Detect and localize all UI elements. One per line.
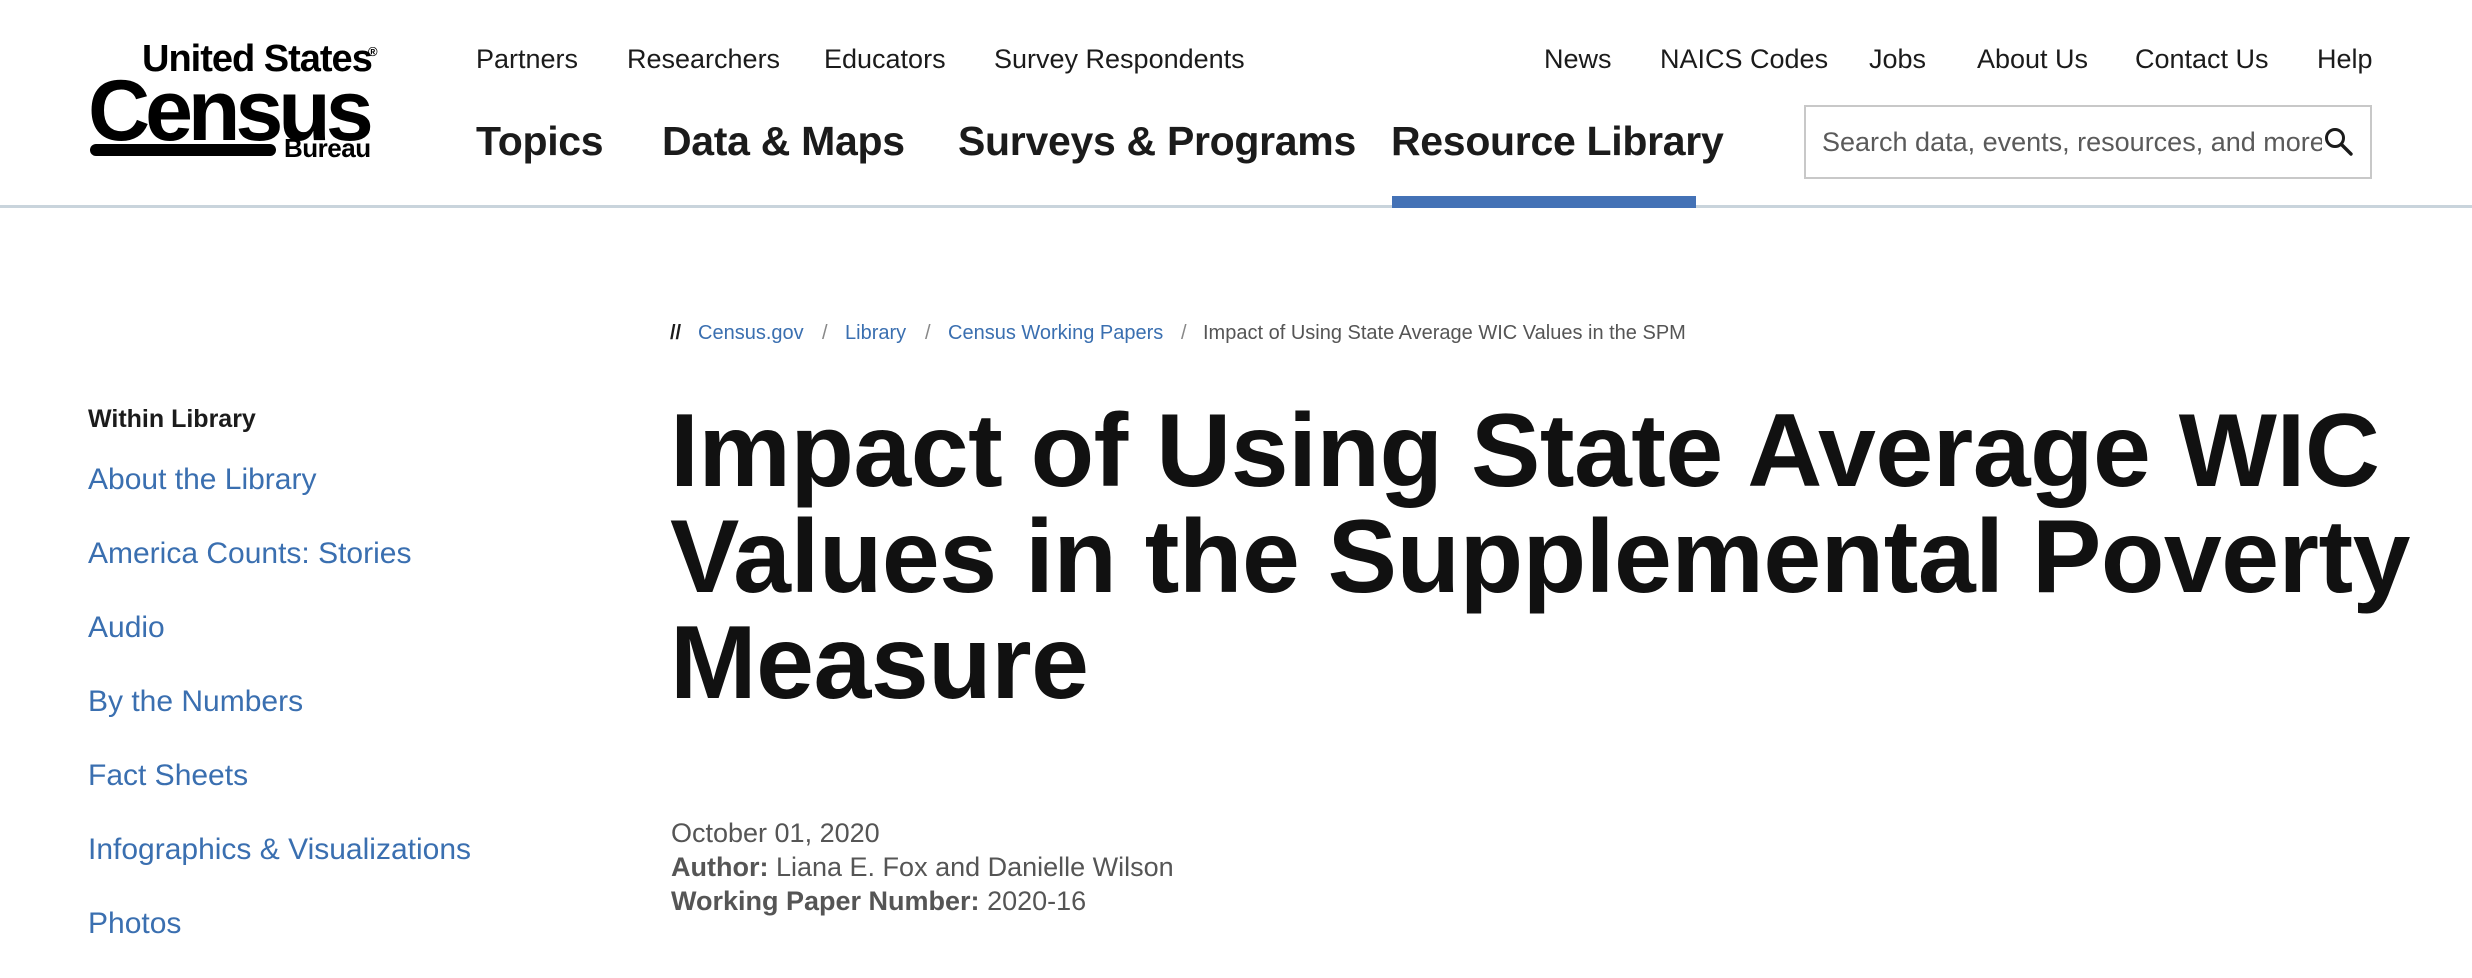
sidebar-item-audio[interactable]: Audio [88, 608, 165, 648]
util-link-partners[interactable]: Partners [476, 42, 578, 76]
working-paper-number-label: Working Paper Number: [671, 886, 980, 916]
sidebar-item-infographics-visualizations[interactable]: Infographics & Visualizations [88, 830, 471, 870]
breadcrumb-census-gov[interactable]: Census.gov [698, 318, 804, 348]
sidebar-item-america-counts-stories[interactable]: America Counts: Stories [88, 534, 411, 574]
breadcrumb-prefix: // [670, 322, 682, 344]
util-link-jobs[interactable]: Jobs [1869, 42, 1926, 76]
breadcrumb-separator: / [1181, 322, 1187, 344]
util-link-survey-respondents[interactable]: Survey Respondents [994, 42, 1245, 76]
sidebar-heading: Within Library [88, 405, 256, 433]
util-link-educators[interactable]: Educators [824, 42, 946, 76]
sidebar-item-by-the-numbers[interactable]: By the Numbers [88, 682, 303, 722]
logo-registered-mark: ® [368, 44, 378, 59]
publication-date: October 01, 2020 [671, 818, 880, 848]
census-logo[interactable]: United States ® Census Bureau [88, 40, 388, 165]
logo-underline-bar [90, 144, 276, 156]
sidebar-item-fact-sheets[interactable]: Fact Sheets [88, 756, 248, 796]
breadcrumb-census-working-papers[interactable]: Census Working Papers [948, 318, 1163, 348]
util-link-news[interactable]: News [1544, 42, 1612, 76]
site-header: United States ® Census Bureau Partners R… [0, 0, 2472, 208]
breadcrumb-separator: / [822, 322, 828, 344]
main-nav-resource-library[interactable]: Resource Library [1391, 112, 1724, 170]
main-nav-data-maps[interactable]: Data & Maps [662, 112, 905, 170]
util-link-contact-us[interactable]: Contact Us [2135, 42, 2269, 76]
util-link-help[interactable]: Help [2317, 42, 2373, 76]
breadcrumb-current-page: Impact of Using State Average WIC Values… [1203, 322, 1686, 344]
main-nav-surveys-programs[interactable]: Surveys & Programs [958, 112, 1356, 170]
author-line: Author: Liana E. Fox and Danielle Wilson [671, 850, 1174, 884]
search-input[interactable] [1822, 107, 2322, 177]
sidebar-item-photos[interactable]: Photos [88, 904, 181, 944]
page-title: Impact of Using State Average WIC Values… [670, 393, 2410, 721]
main-nav-topics[interactable]: Topics [476, 112, 604, 170]
search-icon[interactable] [2322, 125, 2356, 159]
logo-bureau: Bureau [284, 133, 371, 163]
sidebar-item-about-the-library[interactable]: About the Library [88, 460, 316, 500]
author-names: Liana E. Fox and Danielle Wilson [775, 852, 1174, 882]
breadcrumb-separator: / [925, 322, 931, 344]
util-link-about-us[interactable]: About Us [1977, 42, 2088, 76]
util-link-researchers[interactable]: Researchers [627, 42, 780, 76]
breadcrumb-library[interactable]: Library [845, 318, 906, 348]
working-paper-number-line: Working Paper Number: 2020-16 [671, 884, 1086, 918]
author-label: Author: [671, 852, 769, 882]
search-box [1804, 105, 2372, 179]
util-link-naics-codes[interactable]: NAICS Codes [1660, 42, 1828, 76]
active-tab-indicator [1392, 196, 1696, 208]
working-paper-number: 2020-16 [987, 886, 1087, 916]
